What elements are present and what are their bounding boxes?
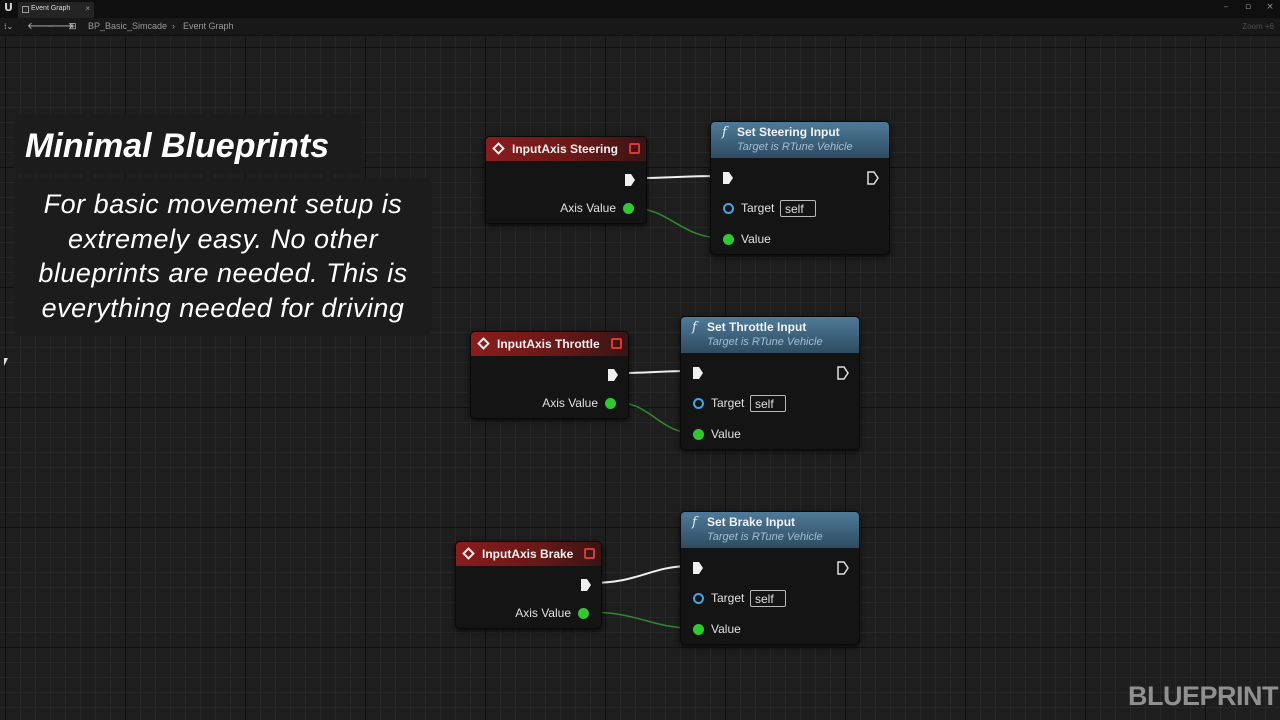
node-title: InputAxis Throttle xyxy=(497,337,600,351)
maximize-button[interactable]: ▫ xyxy=(1242,2,1254,12)
exec-out-pin-icon[interactable] xyxy=(607,368,619,382)
tab-close-icon[interactable]: × xyxy=(85,4,90,13)
node-set-throttle-input[interactable]: f Set Throttle Input Target is RTune Veh… xyxy=(680,316,860,450)
value-pin-icon[interactable] xyxy=(693,624,704,635)
axis-value-label: Axis Value xyxy=(515,606,571,620)
node-inputaxis-throttle[interactable]: InputAxis Throttle Axis Value xyxy=(470,331,629,419)
delegate-pin-icon[interactable] xyxy=(611,338,622,349)
event-icon xyxy=(492,142,505,155)
target-label: Target xyxy=(711,396,745,410)
value-label: Value xyxy=(741,232,771,246)
function-node-header: f Set Brake Input Target is RTune Vehicl… xyxy=(681,512,859,548)
target-label: Target xyxy=(741,201,775,215)
axis-value-pin-icon[interactable] xyxy=(578,608,589,619)
axis-value-pin-icon[interactable] xyxy=(605,398,616,409)
delegate-pin-icon[interactable] xyxy=(584,548,595,559)
function-icon: f xyxy=(722,125,727,140)
exec-out-pin-icon[interactable] xyxy=(580,578,592,592)
minimize-button[interactable]: – xyxy=(1220,2,1232,12)
node-subtitle: Target is RTune Vehicle xyxy=(707,531,823,543)
breadcrumb-separator: › xyxy=(172,21,175,31)
exec-out-pin-icon[interactable] xyxy=(624,173,636,187)
breadcrumb-event-graph[interactable]: Event Graph xyxy=(183,21,234,31)
node-title: Set Brake Input xyxy=(707,515,796,529)
function-node-header: f Set Throttle Input Target is RTune Veh… xyxy=(681,317,859,353)
value-label: Value xyxy=(711,622,741,636)
target-pin-icon[interactable] xyxy=(693,593,704,604)
target-pin-icon[interactable] xyxy=(723,203,734,214)
tab-label: Event Graph xyxy=(31,5,71,12)
zoom-level: Zoom +6 xyxy=(1242,22,1274,31)
exec-out-pin-icon[interactable] xyxy=(837,366,849,380)
graph-toolbar: ⁞⌄ 🡐 🡒 ⊞ BP_Basic_Simcade › Event Graph … xyxy=(0,18,1280,36)
node-set-brake-input[interactable]: f Set Brake Input Target is RTune Vehicl… xyxy=(680,511,860,645)
function-icon: f xyxy=(692,515,697,530)
node-title: InputAxis Brake xyxy=(482,547,574,561)
node-title: Set Steering Input xyxy=(737,125,840,139)
function-node-header: f Set Steering Input Target is RTune Veh… xyxy=(711,122,889,158)
callout-title: Minimal Blueprints xyxy=(14,114,362,174)
target-pin-icon[interactable] xyxy=(693,398,704,409)
node-title: Set Throttle Input xyxy=(707,320,807,334)
mouse-cursor-icon xyxy=(4,358,8,366)
event-node-header: InputAxis Brake xyxy=(456,542,601,566)
menu-icon[interactable]: ⁞⌄ xyxy=(4,20,13,34)
callout-title-text: Minimal Blueprints xyxy=(25,127,330,165)
event-icon xyxy=(477,337,490,350)
node-title: InputAxis Steering xyxy=(512,142,619,156)
hierarchy-icon[interactable]: ⊞ xyxy=(69,20,77,34)
breadcrumb-blueprint[interactable]: BP_Basic_Simcade xyxy=(88,21,167,31)
value-pin-icon[interactable] xyxy=(723,234,734,245)
exec-in-pin-icon[interactable] xyxy=(692,366,704,380)
callout-body-text: For basic movement setup is extremely ea… xyxy=(38,189,408,323)
title-bar: U Event Graph × – ▫ × xyxy=(0,0,1280,18)
tab-event-graph[interactable]: Event Graph × xyxy=(18,2,94,18)
target-value-field[interactable]: self xyxy=(750,590,786,607)
node-inputaxis-brake[interactable]: InputAxis Brake Axis Value xyxy=(455,541,602,629)
blueprint-watermark: BLUEPRINT xyxy=(1128,681,1279,711)
callout-body: For basic movement setup is extremely ea… xyxy=(14,178,432,336)
graph-tab-icon xyxy=(22,6,29,13)
node-inputaxis-steering[interactable]: InputAxis Steering Axis Value xyxy=(485,136,647,224)
event-node-header: InputAxis Throttle xyxy=(471,332,628,356)
unreal-logo-icon: U xyxy=(4,1,13,14)
function-icon: f xyxy=(692,320,697,335)
exec-in-pin-icon[interactable] xyxy=(692,561,704,575)
close-window-button[interactable]: × xyxy=(1264,2,1276,12)
axis-value-label: Axis Value xyxy=(560,201,616,215)
event-node-header: InputAxis Steering xyxy=(486,137,646,161)
node-subtitle: Target is RTune Vehicle xyxy=(737,141,853,153)
node-set-steering-input[interactable]: f Set Steering Input Target is RTune Veh… xyxy=(710,121,890,255)
target-label: Target xyxy=(711,591,745,605)
node-subtitle: Target is RTune Vehicle xyxy=(707,336,823,348)
event-icon xyxy=(462,547,475,560)
delegate-pin-icon[interactable] xyxy=(629,143,640,154)
value-label: Value xyxy=(711,427,741,441)
exec-in-pin-icon[interactable] xyxy=(722,171,734,185)
exec-out-pin-icon[interactable] xyxy=(837,561,849,575)
axis-value-pin-icon[interactable] xyxy=(623,203,634,214)
target-value-field[interactable]: self xyxy=(780,200,816,217)
target-value-field[interactable]: self xyxy=(750,395,786,412)
value-pin-icon[interactable] xyxy=(693,429,704,440)
axis-value-label: Axis Value xyxy=(542,396,598,410)
exec-out-pin-icon[interactable] xyxy=(867,171,879,185)
